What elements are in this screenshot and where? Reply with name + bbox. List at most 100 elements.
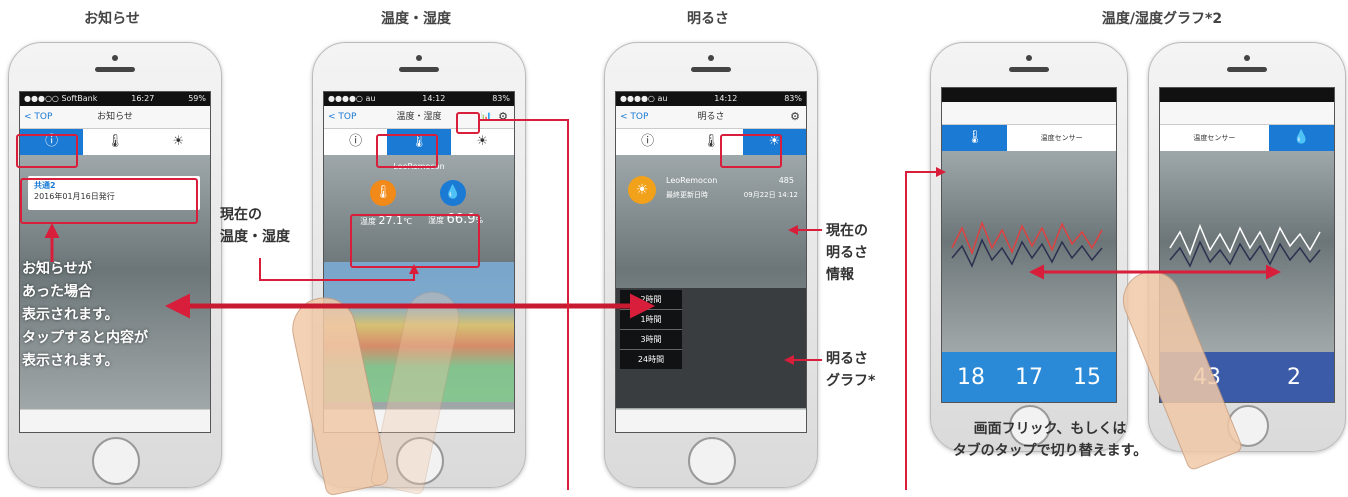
temp-footer: 18 17 15 bbox=[942, 352, 1116, 402]
nav-title: お知らせ bbox=[97, 112, 133, 122]
screen-graph-temp: 🌡 温度センサー 18 17 15 bbox=[941, 87, 1117, 403]
temp-min: 15 bbox=[1073, 364, 1101, 390]
caption-line-5: 表示されます。 bbox=[22, 353, 119, 369]
graph-icon[interactable]: 📊 bbox=[481, 106, 492, 128]
sun-icon: ☀ bbox=[476, 134, 489, 149]
range-2h[interactable]: 2時間 bbox=[620, 290, 682, 310]
battery: 83% bbox=[784, 94, 802, 103]
phone-graph-temp: 🌡 温度センサー 18 17 15 bbox=[930, 42, 1128, 452]
phone-brightness: ●●●●○ au 14:12 83% < TOP 明るさ ⚙ ⓘ 🌡 ☀ ☀ L… bbox=[604, 42, 818, 488]
thermometer-icon: 🌡 bbox=[106, 134, 124, 149]
lux-value: 485 bbox=[778, 176, 794, 185]
clock: 14:12 bbox=[714, 94, 738, 103]
label-current-temp-2: 温度・湿度 bbox=[220, 229, 290, 245]
carrier: ●●●○○ SoftBank bbox=[24, 94, 98, 103]
back-button[interactable]: < TOP bbox=[24, 106, 52, 128]
carrier: ●●●●○ au bbox=[328, 94, 376, 103]
label-current-temp: 現在の 温度・湿度 bbox=[220, 204, 290, 248]
temp-graph-lines bbox=[951, 220, 1103, 268]
temp-now: 18 bbox=[957, 364, 985, 390]
label-light-graph-1: 明るさ bbox=[826, 351, 868, 367]
humidity-graph-lines bbox=[1169, 223, 1321, 268]
status-bar: ●●●●○ au 14:12 83% bbox=[324, 92, 514, 106]
clock: 14:12 bbox=[422, 94, 446, 103]
home-button[interactable] bbox=[92, 437, 140, 485]
tab-bar: 🌡 温度センサー bbox=[942, 125, 1116, 152]
updated-label: 最終更新日時 bbox=[666, 191, 708, 199]
label-light-info-3: 情報 bbox=[826, 267, 854, 283]
device-name: LeoRemocon bbox=[666, 176, 718, 185]
temp-mid: 17 bbox=[1015, 364, 1043, 390]
highlight-graph-icon bbox=[456, 112, 480, 134]
humidity-icon: 💧 bbox=[440, 180, 466, 206]
range-24h[interactable]: 24時間 bbox=[620, 350, 682, 369]
clock: 16:27 bbox=[131, 94, 155, 103]
range-menu: 2時間 1時間 3時間 24時間 bbox=[620, 290, 682, 369]
sensor-label: 温度センサー bbox=[1040, 134, 1083, 142]
caption-line-1: お知らせが bbox=[22, 261, 92, 277]
tab-humidity[interactable]: 💧 bbox=[1268, 125, 1334, 151]
tab-sensor[interactable]: 温度センサー bbox=[1007, 125, 1116, 151]
status-bar: ●●●○○ SoftBank 16:27 59% bbox=[20, 92, 210, 106]
speaker bbox=[691, 67, 731, 72]
tab-sensor[interactable]: 温度センサー bbox=[1160, 125, 1269, 151]
title-temp-humidity: 温度・湿度 bbox=[381, 11, 451, 27]
gear-icon[interactable]: ⚙ bbox=[790, 106, 800, 128]
flick-caption-2: タブのタップで切り替えます。 bbox=[952, 443, 1148, 459]
nav-bar bbox=[1160, 102, 1334, 125]
nav-title: 明るさ bbox=[697, 112, 725, 122]
updated-value: 09月22日 14:12 bbox=[743, 191, 798, 199]
home-button[interactable] bbox=[688, 437, 736, 485]
bottom-bar bbox=[616, 409, 806, 432]
camera bbox=[708, 55, 714, 61]
tab-temperature[interactable]: 🌡 bbox=[942, 125, 1008, 151]
highlight-brightness-tab bbox=[720, 134, 782, 168]
speaker bbox=[399, 67, 439, 72]
bottom-bar bbox=[20, 409, 210, 432]
nav-bar bbox=[942, 102, 1116, 125]
graph-line-white bbox=[1169, 223, 1321, 256]
flick-caption: 画面フリック、もしくは タブのタップで切り替えます。 bbox=[930, 418, 1170, 462]
sensor-label: 温度センサー bbox=[1193, 134, 1236, 142]
camera bbox=[1244, 55, 1250, 61]
caption-line-3: 表示されます。 bbox=[22, 307, 119, 323]
back-button[interactable]: < TOP bbox=[620, 106, 648, 128]
camera bbox=[1026, 55, 1032, 61]
nav-bar: < TOP 明るさ ⚙ bbox=[616, 106, 806, 129]
label-light-info-1: 現在の bbox=[826, 223, 868, 239]
caption-line-2: あった場合 bbox=[22, 284, 92, 300]
speaker bbox=[95, 67, 135, 72]
battery: 59% bbox=[188, 94, 206, 103]
status-bar bbox=[942, 88, 1116, 102]
label-current-temp-1: 現在の bbox=[220, 207, 262, 223]
tab-brightness[interactable]: ☀ bbox=[147, 129, 210, 155]
label-light-info: 現在の 明るさ 情報 bbox=[826, 220, 868, 286]
highlight-notice bbox=[20, 178, 198, 224]
notice-caption: お知らせが あった場合 表示されます。 タップすると内容が 表示されます。 bbox=[22, 258, 148, 373]
speaker bbox=[1009, 67, 1049, 72]
nav-bar: < TOP お知らせ bbox=[20, 106, 210, 129]
highlight-info-tab bbox=[16, 134, 78, 168]
sun-icon: ☀ bbox=[172, 134, 185, 149]
camera bbox=[112, 55, 118, 61]
thermometer-icon: 🌡 bbox=[966, 130, 983, 145]
temp-icon: 🌡 bbox=[370, 180, 396, 206]
camera bbox=[416, 55, 422, 61]
highlight-readings bbox=[350, 214, 480, 268]
label-light-graph-2: グラフ* bbox=[826, 373, 876, 389]
back-button[interactable]: < TOP bbox=[328, 106, 356, 128]
range-1h[interactable]: 1時間 bbox=[620, 310, 682, 330]
range-3h[interactable]: 3時間 bbox=[620, 330, 682, 350]
tab-temperature[interactable]: 🌡 bbox=[83, 129, 146, 155]
title-brightness: 明るさ bbox=[687, 11, 729, 27]
caption-line-4: タップすると内容が bbox=[22, 330, 148, 346]
info-icon: ⓘ bbox=[641, 134, 655, 149]
status-bar: ●●●●○ au 14:12 83% bbox=[616, 92, 806, 106]
thermometer-icon: 🌡 bbox=[702, 134, 720, 149]
label-light-info-2: 明るさ bbox=[826, 245, 868, 261]
gear-icon[interactable]: ⚙ bbox=[498, 106, 508, 128]
tab-info[interactable]: ⓘ bbox=[616, 129, 679, 155]
nav-bar: < TOP 温度・湿度 📊 ⚙ bbox=[324, 106, 514, 129]
battery: 83% bbox=[492, 94, 510, 103]
label-light-graph: 明るさ グラフ* bbox=[826, 348, 875, 392]
